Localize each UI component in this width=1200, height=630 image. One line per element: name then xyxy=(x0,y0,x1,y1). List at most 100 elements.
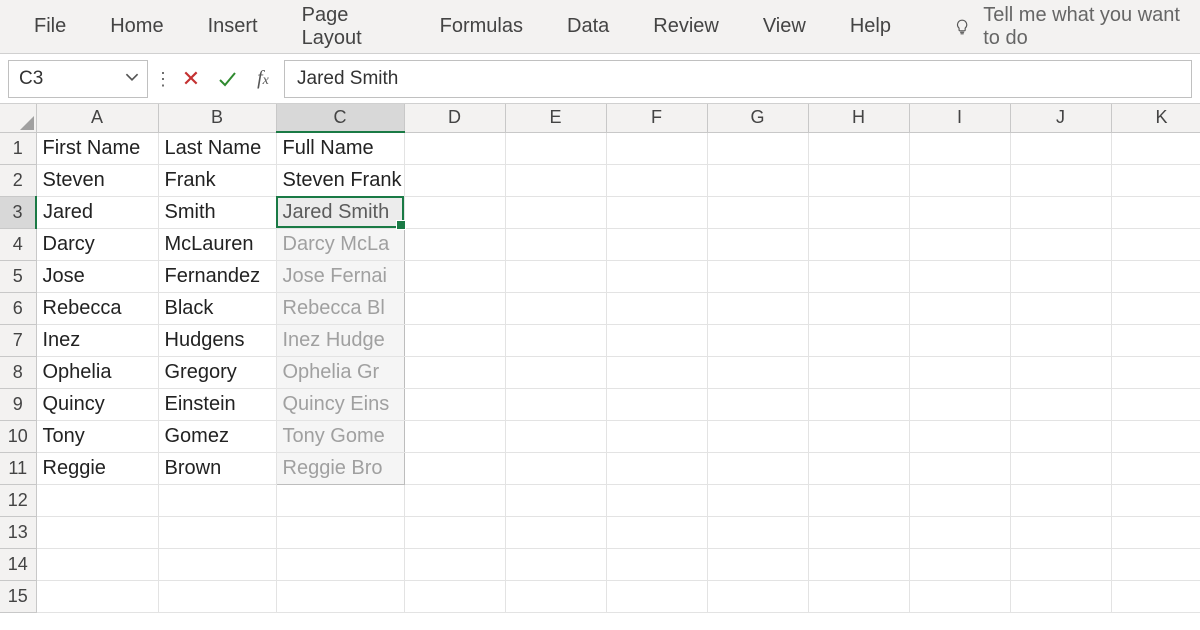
tell-me-search[interactable]: Tell me what you want to do xyxy=(953,4,1188,50)
cell-D10[interactable] xyxy=(404,420,505,452)
enter-icon[interactable] xyxy=(212,64,242,94)
cell-K4[interactable] xyxy=(1111,228,1200,260)
cell-J15[interactable] xyxy=(1010,580,1111,612)
more-icon[interactable]: ⋮ xyxy=(154,76,170,82)
cell-I7[interactable] xyxy=(909,324,1010,356)
cell-J3[interactable] xyxy=(1010,196,1111,228)
cell-G4[interactable] xyxy=(707,228,808,260)
cell-A15[interactable] xyxy=(36,580,158,612)
cell-E12[interactable] xyxy=(505,484,606,516)
cell-A4[interactable]: Darcy xyxy=(36,228,158,260)
menu-formulas[interactable]: Formulas xyxy=(418,7,545,46)
cell-K14[interactable] xyxy=(1111,548,1200,580)
cell-H14[interactable] xyxy=(808,548,909,580)
cell-F12[interactable] xyxy=(606,484,707,516)
cell-K15[interactable] xyxy=(1111,580,1200,612)
cell-K12[interactable] xyxy=(1111,484,1200,516)
row-header-10[interactable]: 10 xyxy=(0,420,36,452)
row-header-9[interactable]: 9 xyxy=(0,388,36,420)
select-all-corner[interactable] xyxy=(0,104,36,132)
cell-G12[interactable] xyxy=(707,484,808,516)
cell-F1[interactable] xyxy=(606,132,707,164)
cell-D7[interactable] xyxy=(404,324,505,356)
row-header-14[interactable]: 14 xyxy=(0,548,36,580)
cell-B2[interactable]: Frank xyxy=(158,164,276,196)
cell-F9[interactable] xyxy=(606,388,707,420)
cell-I4[interactable] xyxy=(909,228,1010,260)
col-header-D[interactable]: D xyxy=(404,104,505,132)
cell-E10[interactable] xyxy=(505,420,606,452)
cell-J6[interactable] xyxy=(1010,292,1111,324)
cell-F5[interactable] xyxy=(606,260,707,292)
row-header-8[interactable]: 8 xyxy=(0,356,36,388)
cell-H10[interactable] xyxy=(808,420,909,452)
cell-B7[interactable]: Hudgens xyxy=(158,324,276,356)
row-header-12[interactable]: 12 xyxy=(0,484,36,516)
cell-C1[interactable]: Full Name xyxy=(276,132,404,164)
cell-H6[interactable] xyxy=(808,292,909,324)
cell-F14[interactable] xyxy=(606,548,707,580)
name-box[interactable]: C3 xyxy=(8,60,148,98)
cell-B1[interactable]: Last Name xyxy=(158,132,276,164)
cell-F8[interactable] xyxy=(606,356,707,388)
row-header-4[interactable]: 4 xyxy=(0,228,36,260)
cell-B4[interactable]: McLauren xyxy=(158,228,276,260)
menu-home[interactable]: Home xyxy=(88,7,185,46)
cell-E4[interactable] xyxy=(505,228,606,260)
cell-A9[interactable]: Quincy xyxy=(36,388,158,420)
cell-B11[interactable]: Brown xyxy=(158,452,276,484)
cell-D12[interactable] xyxy=(404,484,505,516)
cell-I12[interactable] xyxy=(909,484,1010,516)
cell-C2[interactable]: Steven Frank xyxy=(276,164,404,196)
cell-D1[interactable] xyxy=(404,132,505,164)
col-header-J[interactable]: J xyxy=(1010,104,1111,132)
row-header-1[interactable]: 1 xyxy=(0,132,36,164)
cell-I11[interactable] xyxy=(909,452,1010,484)
menu-view[interactable]: View xyxy=(741,7,828,46)
cell-A14[interactable] xyxy=(36,548,158,580)
cell-H9[interactable] xyxy=(808,388,909,420)
cell-J5[interactable] xyxy=(1010,260,1111,292)
cell-E9[interactable] xyxy=(505,388,606,420)
cell-K8[interactable] xyxy=(1111,356,1200,388)
cell-A2[interactable]: Steven xyxy=(36,164,158,196)
cell-C12[interactable] xyxy=(276,484,404,516)
cell-J13[interactable] xyxy=(1010,516,1111,548)
cell-B10[interactable]: Gomez xyxy=(158,420,276,452)
cell-I8[interactable] xyxy=(909,356,1010,388)
cell-E3[interactable] xyxy=(505,196,606,228)
col-header-E[interactable]: E xyxy=(505,104,606,132)
cell-B9[interactable]: Einstein xyxy=(158,388,276,420)
cell-A13[interactable] xyxy=(36,516,158,548)
row-header-13[interactable]: 13 xyxy=(0,516,36,548)
cell-I3[interactable] xyxy=(909,196,1010,228)
cell-J10[interactable] xyxy=(1010,420,1111,452)
cell-A5[interactable]: Jose xyxy=(36,260,158,292)
cell-C7[interactable]: Inez Hudge xyxy=(276,324,404,356)
cell-G15[interactable] xyxy=(707,580,808,612)
cell-A10[interactable]: Tony xyxy=(36,420,158,452)
cell-E15[interactable] xyxy=(505,580,606,612)
cell-F11[interactable] xyxy=(606,452,707,484)
cell-J14[interactable] xyxy=(1010,548,1111,580)
cell-D3[interactable] xyxy=(404,196,505,228)
cell-D13[interactable] xyxy=(404,516,505,548)
row-header-6[interactable]: 6 xyxy=(0,292,36,324)
menu-page-layout[interactable]: Page Layout xyxy=(280,0,418,58)
col-header-A[interactable]: A xyxy=(36,104,158,132)
cell-D14[interactable] xyxy=(404,548,505,580)
cell-I6[interactable] xyxy=(909,292,1010,324)
cell-A6[interactable]: Rebecca xyxy=(36,292,158,324)
cell-F13[interactable] xyxy=(606,516,707,548)
cell-C13[interactable] xyxy=(276,516,404,548)
cell-E7[interactable] xyxy=(505,324,606,356)
cell-A3[interactable]: Jared xyxy=(36,196,158,228)
cell-F4[interactable] xyxy=(606,228,707,260)
cell-I15[interactable] xyxy=(909,580,1010,612)
cell-F15[interactable] xyxy=(606,580,707,612)
cell-E13[interactable] xyxy=(505,516,606,548)
cell-B13[interactable] xyxy=(158,516,276,548)
cell-I1[interactable] xyxy=(909,132,1010,164)
cell-K1[interactable] xyxy=(1111,132,1200,164)
cell-K5[interactable] xyxy=(1111,260,1200,292)
